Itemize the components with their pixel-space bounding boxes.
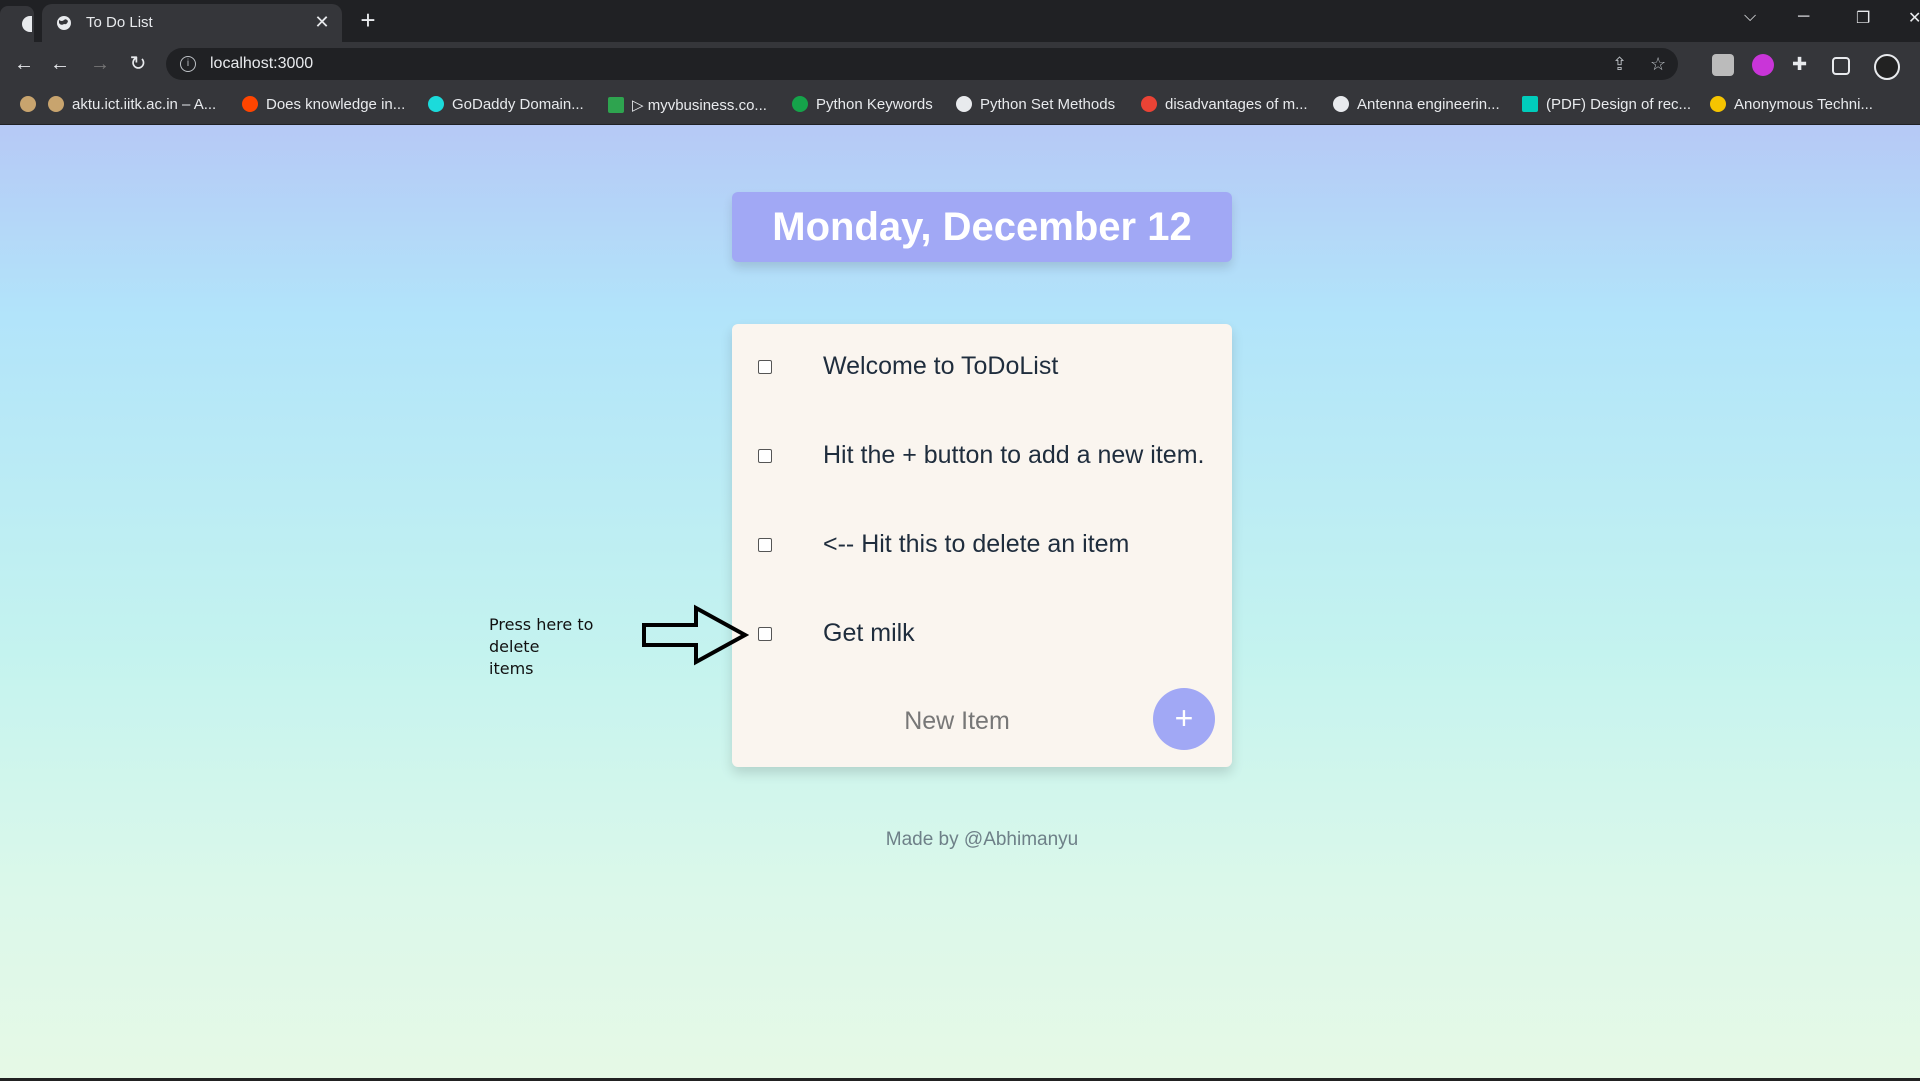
bookmark-item[interactable]: aktu.ict.iitk.ac.in – A...: [48, 96, 216, 116]
extension-icon[interactable]: [1712, 54, 1734, 76]
page-title: Monday, December 12: [772, 205, 1192, 249]
close-window-icon[interactable]: ✕: [1908, 8, 1920, 28]
bookmarks-bar: aktu.ict.iitk.ac.in – A... Does knowledg…: [0, 86, 1920, 125]
list-item: Get milk: [732, 591, 1232, 680]
delete-annotation: Press here to delete items: [489, 614, 639, 680]
back-icon-2[interactable]: ←: [48, 52, 72, 76]
bookmark-favicon-icon: [428, 96, 444, 112]
bookmark-favicon-icon: [1141, 96, 1157, 112]
tab-close-icon[interactable]: ✕: [312, 12, 332, 32]
page-content: Monday, December 12 Welcome to ToDoList …: [0, 125, 1920, 1081]
address-bar[interactable]: i localhost:3000 ⇪ ☆: [166, 48, 1678, 80]
item-label: Get milk: [823, 619, 915, 647]
restore-icon[interactable]: ❐: [1856, 8, 1870, 28]
bookmark-item[interactable]: Anonymous Techni...: [1710, 96, 1873, 116]
tab-active[interactable]: To Do List ✕: [42, 4, 342, 42]
bookmark-item[interactable]: GoDaddy Domain...: [428, 96, 584, 116]
bookmark-favicon-icon: [48, 96, 64, 112]
back-icon[interactable]: ←: [12, 52, 36, 76]
bookmark-favicon-icon: [1522, 96, 1538, 112]
annotation-line: Press here to delete: [489, 615, 594, 656]
url-text: localhost:3000: [210, 55, 314, 72]
pinned-tab[interactable]: [0, 6, 34, 42]
footer-credit: Made by @Abhimanyu: [885, 829, 1079, 850]
bookmark-favicon-icon: [1710, 96, 1726, 112]
side-panel-icon[interactable]: [1832, 57, 1850, 75]
reload-icon[interactable]: ↻: [126, 52, 150, 76]
forward-icon[interactable]: →: [88, 52, 112, 76]
tab-title: To Do List: [86, 14, 153, 31]
bookmark-favicon-icon: [242, 96, 258, 112]
puzzle-icon[interactable]: ✚: [1792, 54, 1814, 76]
bookmark-apps-icon[interactable]: [20, 96, 44, 116]
todo-card: Welcome to ToDoList Hit the + button to …: [732, 324, 1232, 767]
list-item: Hit the + button to add a new item.: [732, 413, 1232, 502]
bookmark-item[interactable]: Python Set Methods: [956, 96, 1115, 116]
item-label: Hit the + button to add a new item.: [823, 441, 1205, 469]
bookmark-item[interactable]: ▷ myvbusiness.co...: [608, 96, 767, 116]
arrow-right-icon: [642, 604, 749, 666]
item-checkbox[interactable]: [758, 449, 772, 463]
bookmark-favicon-icon: [792, 96, 808, 112]
annotation-line: items: [489, 659, 534, 678]
tab-search-icon[interactable]: ⌵: [1744, 8, 1756, 26]
date-header: Monday, December 12: [732, 192, 1232, 262]
bookmark-favicon-icon: [956, 96, 972, 112]
bookmark-item[interactable]: Antenna engineerin...: [1333, 96, 1500, 116]
bookmark-item[interactable]: Python Keywords: [792, 96, 933, 116]
share-icon[interactable]: ⇪: [1612, 54, 1627, 75]
tab-glyph-icon: [22, 16, 32, 32]
bookmark-favicon-icon: [608, 97, 624, 113]
bookmark-item[interactable]: Does knowledge in...: [242, 96, 405, 116]
list-item: Welcome to ToDoList: [732, 324, 1232, 413]
browser-toolbar: ← ← → ↻ i localhost:3000 ⇪ ☆: [0, 42, 1920, 86]
add-item-button[interactable]: +: [1153, 688, 1215, 750]
extension-purple-icon[interactable]: [1752, 54, 1774, 76]
bookmark-star-icon[interactable]: ☆: [1650, 54, 1666, 75]
list-item: <-- Hit this to delete an item: [732, 502, 1232, 591]
bookmark-item[interactable]: disadvantages of m...: [1141, 96, 1308, 116]
globe-icon: [57, 16, 71, 30]
item-checkbox[interactable]: [758, 360, 772, 374]
item-label: Welcome to ToDoList: [823, 352, 1059, 380]
bookmark-favicon-icon: [1333, 96, 1349, 112]
item-label: <-- Hit this to delete an item: [823, 530, 1130, 558]
tab-bar: To Do List ✕ + ⌵ ─ ❐ ✕: [0, 0, 1920, 42]
bookmark-item[interactable]: (PDF) Design of rec...: [1522, 96, 1691, 116]
new-tab-button[interactable]: +: [356, 7, 380, 33]
avatar[interactable]: [1874, 54, 1900, 80]
new-item-input[interactable]: New Item: [832, 707, 1082, 736]
item-checkbox[interactable]: [758, 627, 772, 641]
minimize-icon[interactable]: ─: [1798, 8, 1809, 26]
item-checkbox[interactable]: [758, 538, 772, 552]
site-info-icon[interactable]: i: [180, 56, 196, 72]
